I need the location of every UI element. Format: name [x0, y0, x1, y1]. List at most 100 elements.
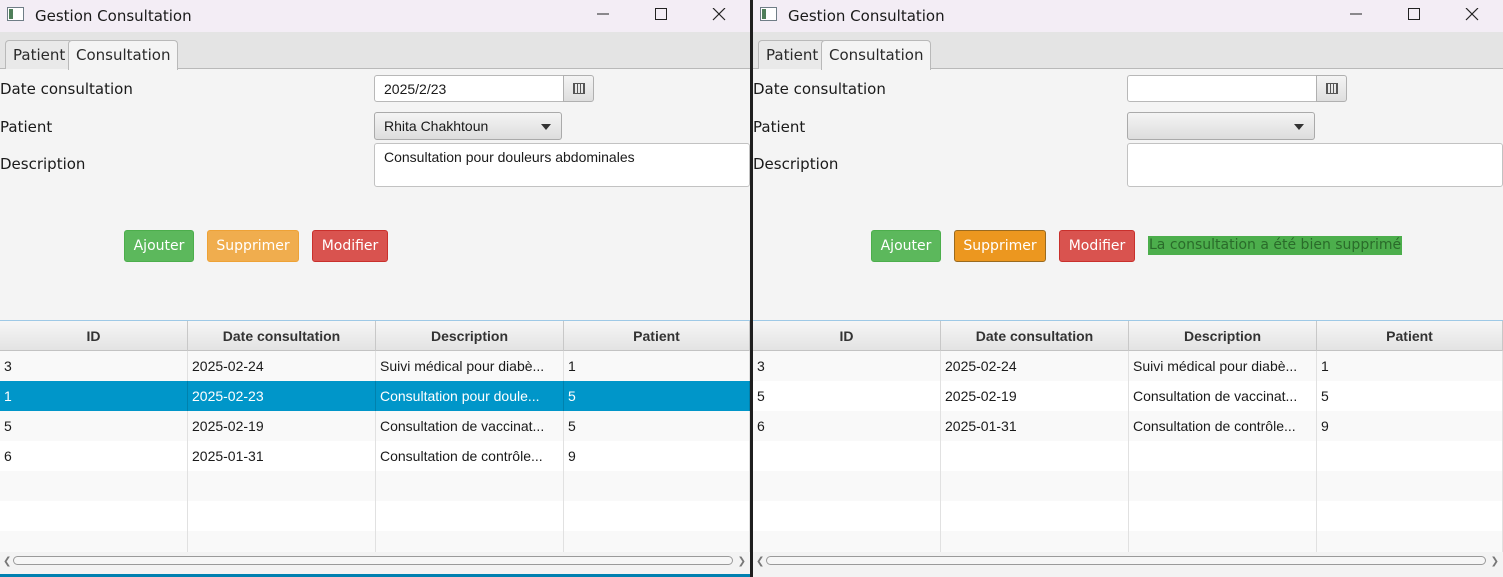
table-row-selected[interactable]: 1 2025-02-23 Consultation pour doule... …	[0, 381, 750, 411]
empty-row	[753, 501, 1503, 531]
tab-patient[interactable]: Patient	[5, 40, 74, 69]
cell-patient: 9	[564, 441, 750, 471]
tab-bar: Patient Consultation	[0, 32, 750, 70]
cell-description: Consultation de vaccinat...	[376, 411, 564, 441]
cell-date: 2025-01-31	[941, 411, 1129, 441]
app-icon	[7, 7, 24, 21]
chevron-down-icon	[1294, 124, 1304, 130]
description-textarea[interactable]	[1127, 143, 1503, 187]
date-input[interactable]	[1127, 75, 1317, 102]
description-label: Description	[0, 155, 86, 173]
cell-date: 2025-02-19	[941, 381, 1129, 411]
close-icon	[1465, 8, 1479, 21]
close-button[interactable]	[696, 0, 742, 30]
maximize-button[interactable]	[1391, 0, 1437, 30]
patient-combobox[interactable]	[1127, 112, 1315, 140]
date-picker-button[interactable]	[563, 75, 594, 102]
cell-id: 3	[753, 351, 941, 381]
title-bar[interactable]: Gestion Consultation	[0, 0, 750, 32]
cell-description: Suivi médical pour diabè...	[376, 351, 564, 381]
consultation-table[interactable]: ID Date consultation Description Patient…	[753, 320, 1503, 577]
date-picker-button[interactable]	[1316, 75, 1347, 102]
patient-selected-value: Rhita Chakhtoun	[384, 118, 489, 134]
chevron-down-icon	[541, 124, 551, 130]
table-header: ID Date consultation Description Patient	[753, 321, 1503, 351]
minimize-button[interactable]	[1333, 0, 1379, 30]
title-bar[interactable]: Gestion Consultation	[753, 0, 1503, 32]
cell-date: 2025-02-19	[188, 411, 376, 441]
table-footer	[0, 568, 750, 577]
description-textarea[interactable]: Consultation pour douleurs abdominales	[374, 143, 750, 187]
cell-description: Consultation de contrôle...	[1129, 411, 1317, 441]
minimize-icon	[597, 13, 609, 15]
cell-description: Suivi médical pour diabè...	[1129, 351, 1317, 381]
window-title: Gestion Consultation	[788, 7, 945, 25]
date-input[interactable]: 2025/2/23	[374, 75, 564, 102]
add-button[interactable]: Ajouter	[871, 230, 941, 262]
column-header-id[interactable]: ID	[0, 321, 188, 351]
cell-patient: 5	[564, 411, 750, 441]
scrollbar-thumb[interactable]	[13, 556, 733, 565]
table-row[interactable]: 5 2025-02-19 Consultation de vaccinat...…	[0, 411, 750, 441]
tab-consultation[interactable]: Consultation	[68, 40, 179, 70]
cell-date: 2025-01-31	[188, 441, 376, 471]
tab-consultation[interactable]: Consultation	[821, 40, 932, 70]
patient-label: Patient	[0, 118, 53, 136]
empty-row	[753, 441, 1503, 471]
table-footer	[753, 568, 1503, 577]
modify-button[interactable]: Modifier	[1059, 230, 1135, 262]
date-label: Date consultation	[753, 80, 886, 98]
minimize-icon	[1350, 13, 1362, 15]
cell-id: 3	[0, 351, 188, 381]
column-header-patient[interactable]: Patient	[564, 321, 750, 351]
maximize-icon	[655, 8, 667, 20]
scroll-left-icon[interactable]: ❮	[3, 556, 11, 567]
cell-description: Consultation de vaccinat...	[1129, 381, 1317, 411]
delete-button[interactable]: Supprimer	[207, 230, 299, 262]
horizontal-scrollbar[interactable]: ❮ ❯	[0, 552, 750, 568]
column-header-id[interactable]: ID	[753, 321, 941, 351]
cell-patient: 5	[1317, 381, 1503, 411]
table-row[interactable]: 6 2025-01-31 Consultation de contrôle...…	[0, 441, 750, 471]
maximize-button[interactable]	[638, 0, 684, 30]
cell-patient: 1	[564, 351, 750, 381]
add-button[interactable]: Ajouter	[124, 230, 194, 262]
window-title: Gestion Consultation	[35, 7, 192, 25]
delete-button[interactable]: Supprimer	[954, 230, 1046, 262]
consultation-table[interactable]: ID Date consultation Description Patient…	[0, 320, 750, 577]
cell-id: 6	[753, 411, 941, 441]
cell-date: 2025-02-23	[188, 381, 376, 411]
table-row[interactable]: 3 2025-02-24 Suivi médical pour diabè...…	[753, 351, 1503, 381]
scrollbar-thumb[interactable]	[766, 556, 1486, 565]
close-button[interactable]	[1449, 0, 1495, 30]
cell-patient: 1	[1317, 351, 1503, 381]
patient-combobox[interactable]: Rhita Chakhtoun	[374, 112, 562, 140]
cell-date: 2025-02-24	[188, 351, 376, 381]
scroll-right-icon[interactable]: ❯	[1491, 556, 1499, 567]
cell-id: 6	[0, 441, 188, 471]
column-header-date[interactable]: Date consultation	[941, 321, 1129, 351]
patient-label: Patient	[753, 118, 806, 136]
cell-patient: 5	[564, 381, 750, 411]
close-icon	[712, 8, 726, 21]
status-message: La consultation a été bien supprimé	[1148, 236, 1403, 255]
table-row[interactable]: 5 2025-02-19 Consultation de vaccinat...…	[753, 381, 1503, 411]
column-header-date[interactable]: Date consultation	[188, 321, 376, 351]
table-row[interactable]: 3 2025-02-24 Suivi médical pour diabè...…	[0, 351, 750, 381]
cell-description: Consultation de contrôle...	[376, 441, 564, 471]
table-row[interactable]: 6 2025-01-31 Consultation de contrôle...…	[753, 411, 1503, 441]
maximize-icon	[1408, 8, 1420, 20]
app-icon	[760, 7, 777, 21]
minimize-button[interactable]	[580, 0, 626, 30]
tab-patient[interactable]: Patient	[758, 40, 827, 69]
column-header-description[interactable]: Description	[1129, 321, 1317, 351]
scroll-left-icon[interactable]: ❮	[756, 556, 764, 567]
column-header-patient[interactable]: Patient	[1317, 321, 1503, 351]
horizontal-scrollbar[interactable]: ❮ ❯	[753, 552, 1503, 568]
cell-description: Consultation pour doule...	[376, 381, 564, 411]
scroll-right-icon[interactable]: ❯	[738, 556, 746, 567]
description-label: Description	[753, 155, 839, 173]
column-header-description[interactable]: Description	[376, 321, 564, 351]
modify-button[interactable]: Modifier	[312, 230, 388, 262]
cell-id: 5	[753, 381, 941, 411]
